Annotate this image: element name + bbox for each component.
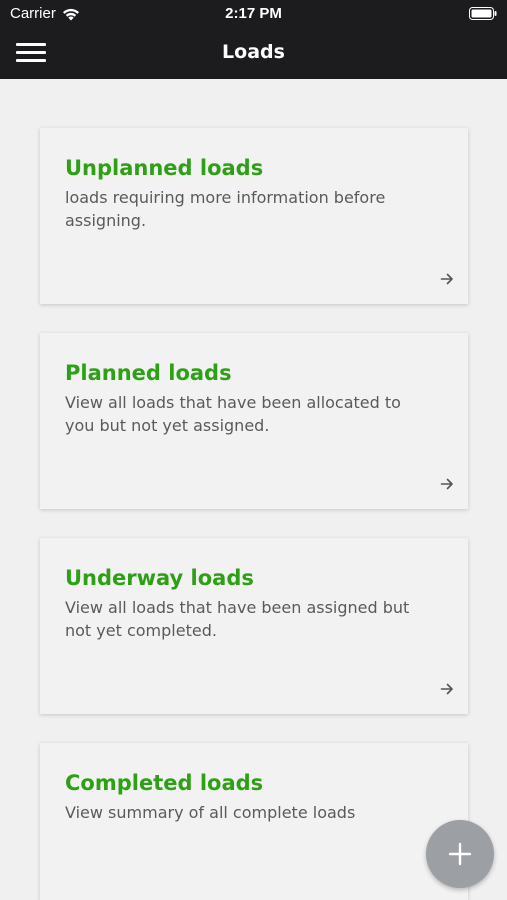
card-title: Planned loads — [65, 361, 232, 385]
card-title: Unplanned loads — [65, 156, 264, 180]
plus-icon — [448, 842, 472, 866]
page-title: Loads — [222, 41, 285, 63]
card-description: View all loads that have been allocated … — [65, 393, 401, 435]
status-bar: Carrier 2:17 PM — [0, 0, 507, 28]
arrow-right-icon — [440, 478, 453, 490]
card-unplanned-loads[interactable]: Unplanned loads loads requiring more inf… — [40, 128, 468, 304]
status-time: 2:17 PM — [225, 5, 282, 22]
card-description: loads requiring more information before … — [65, 188, 386, 230]
card-underway-loads[interactable]: Underway loads View all loads that have … — [40, 538, 468, 714]
nav-bar: Loads — [0, 28, 507, 79]
card-description: View all loads that have been assigned b… — [65, 598, 410, 640]
card-description: View summary of all complete loads — [65, 803, 356, 822]
card-completed-loads[interactable]: Completed loads View summary of all comp… — [40, 743, 468, 900]
card-planned-loads[interactable]: Planned loads View all loads that have b… — [40, 333, 468, 509]
card-title: Underway loads — [65, 566, 254, 590]
arrow-right-icon — [440, 683, 453, 695]
arrow-right-icon — [440, 273, 453, 285]
card-title: Completed loads — [65, 771, 264, 795]
battery-icon — [469, 7, 497, 20]
add-load-button[interactable] — [426, 820, 494, 888]
